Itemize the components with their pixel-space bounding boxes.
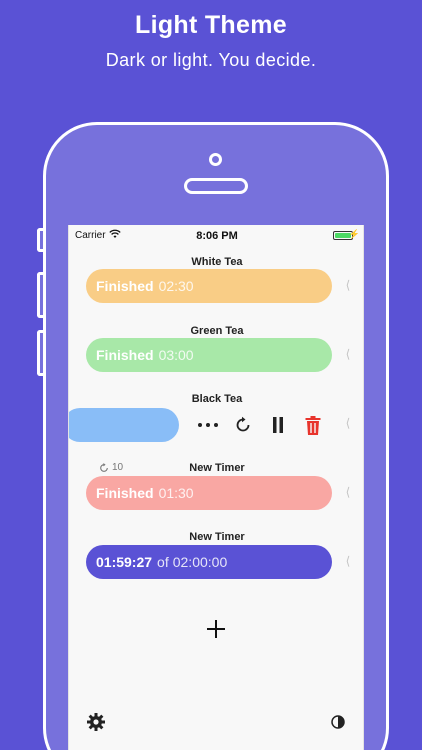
phone-volume-down <box>37 330 43 376</box>
timer-pill[interactable] <box>69 408 179 442</box>
timer-total: 02:00:00 <box>172 554 228 570</box>
chevron-left-icon[interactable]: ⟨ <box>343 278 353 292</box>
timer-duration: 02:30 <box>158 278 194 294</box>
timer-duration: 01:30 <box>158 485 194 501</box>
timer-pill[interactable]: 01:59:27 of 02:00:00 <box>86 545 332 579</box>
phone-camera <box>209 153 222 166</box>
timer-status: Finished <box>96 278 154 294</box>
timer-title: White Tea <box>191 256 243 268</box>
timer-pill[interactable]: Finished 01:30 <box>86 476 332 510</box>
timer-duration: 03:00 <box>158 347 194 363</box>
app-screen: Carrier 8:06 PM ⚡ White Tea Finished 02:… <box>68 225 364 750</box>
phone-mute-switch <box>37 228 43 252</box>
gear-icon[interactable] <box>87 713 105 731</box>
chevron-left-icon[interactable]: ⟨ <box>343 416 353 430</box>
chevron-left-icon[interactable]: ⟨ <box>343 485 353 499</box>
timer-title: New Timer <box>189 531 245 543</box>
charging-bolt-icon: ⚡ <box>348 229 360 239</box>
reset-icon[interactable] <box>231 413 255 437</box>
chevron-left-icon[interactable]: ⟨ <box>343 554 353 568</box>
timer-title: New Timer <box>189 462 245 474</box>
promo-subline: Dark or light. You decide. <box>105 50 317 70</box>
phone-volume-up <box>37 272 43 318</box>
contrast-icon[interactable] <box>331 715 345 729</box>
status-bar: Carrier 8:06 PM ⚡ <box>69 225 363 245</box>
status-time: 8:06 PM <box>196 230 238 242</box>
phone-speaker <box>184 178 248 194</box>
pause-icon[interactable] <box>266 413 290 437</box>
timer-of-label: of <box>157 554 169 570</box>
trash-icon[interactable] <box>301 413 325 437</box>
timer-remaining: 01:59:27 <box>96 554 153 570</box>
more-icon[interactable] <box>196 413 220 437</box>
timer-status: Finished <box>96 347 154 363</box>
timer-pill[interactable]: Finished 02:30 <box>86 269 332 303</box>
timer-title: Green Tea <box>190 325 244 337</box>
promo-headline: Light Theme <box>135 11 287 39</box>
timer-title: Black Tea <box>191 393 243 405</box>
timer-pill[interactable]: Finished 03:00 <box>86 338 332 372</box>
chevron-left-icon[interactable]: ⟨ <box>343 347 353 361</box>
add-timer-button[interactable] <box>205 618 227 640</box>
timer-status: Finished <box>96 485 154 501</box>
